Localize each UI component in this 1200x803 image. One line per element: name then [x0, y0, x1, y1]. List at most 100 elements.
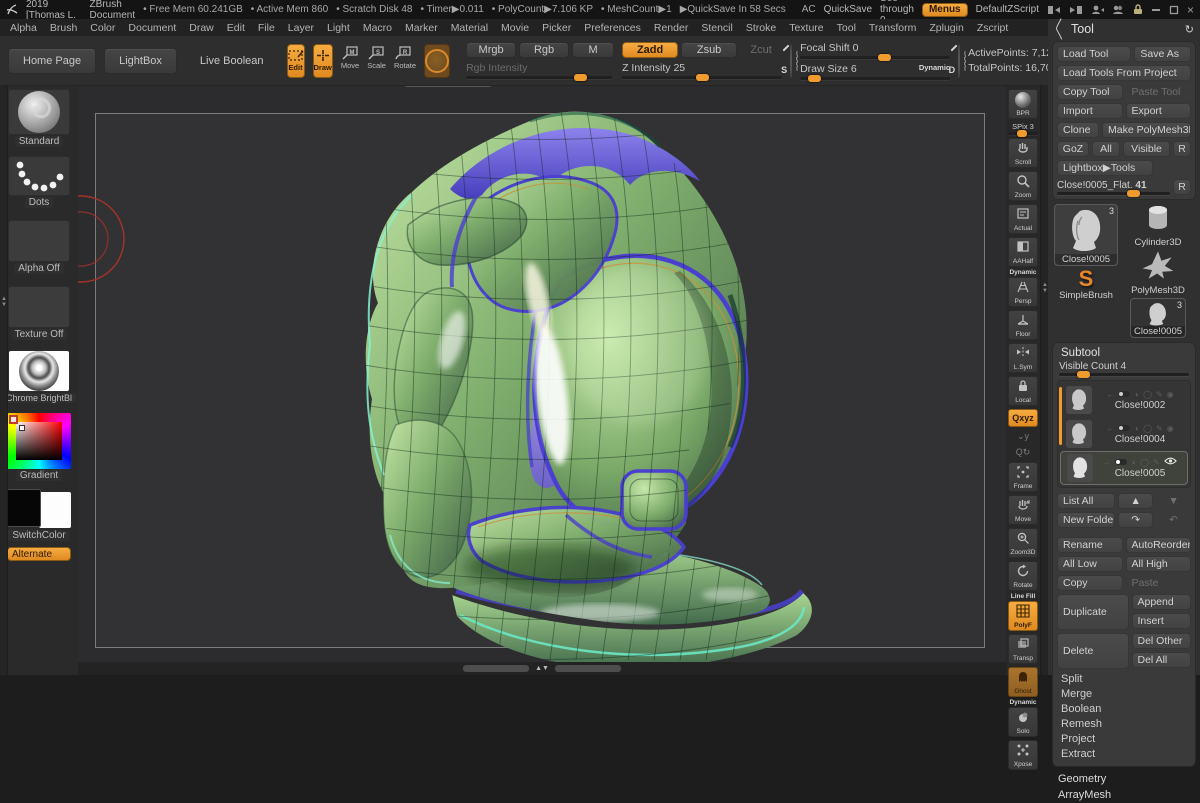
subsection-project[interactable]: Project	[1057, 732, 1191, 747]
paste-tool-button[interactable]: Paste Tool	[1126, 84, 1192, 100]
switch-color[interactable]	[7, 489, 71, 529]
delete-button[interactable]: Delete	[1057, 633, 1129, 669]
menu-texture[interactable]: Texture	[789, 22, 823, 34]
section-arraymesh[interactable]: ArrayMesh	[1048, 787, 1200, 803]
menu-alpha[interactable]: Alpha	[10, 22, 37, 34]
rgb-button[interactable]: Rgb	[519, 42, 569, 58]
subtool-row-icons[interactable]: ←◖◯✎	[1103, 457, 1177, 467]
users-group-icon[interactable]	[1112, 4, 1125, 15]
move-to-folder-button[interactable]: ↷	[1118, 512, 1153, 528]
zcut-button[interactable]: Zcut	[740, 42, 782, 58]
load-tool-button[interactable]: Load Tool	[1057, 46, 1131, 62]
menu-stencil[interactable]: Stencil	[701, 22, 733, 34]
user-panel-icon[interactable]	[1091, 4, 1104, 15]
duplicate-button[interactable]: Duplicate	[1057, 594, 1129, 630]
goz-all-button[interactable]: All	[1092, 141, 1120, 157]
scroll-button[interactable]: Scroll	[1008, 138, 1038, 168]
del-all-button[interactable]: Del All	[1132, 652, 1192, 668]
menu-zplugin[interactable]: Zplugin	[929, 22, 963, 34]
draw-size-dial[interactable]: D	[958, 44, 960, 78]
subtool-header[interactable]: Subtool	[1057, 347, 1191, 361]
menu-tool[interactable]: Tool	[837, 22, 856, 34]
new-folder-button[interactable]: New Folder	[1057, 512, 1115, 528]
visible-count-slider[interactable]: Visible Count 4	[1057, 361, 1191, 380]
back-chevron-icon[interactable]: 〱	[1054, 21, 1065, 37]
focal-shift-slider[interactable]: Focal Shift 0	[800, 42, 950, 59]
lightbox-tools-button[interactable]: Lightbox▶Tools	[1057, 160, 1153, 176]
import-button[interactable]: Import	[1057, 103, 1123, 119]
tool-slot-close0005[interactable]: 3 Close!0005	[1130, 298, 1186, 338]
bpr-button[interactable]: BPR	[1008, 89, 1038, 119]
menu-transform[interactable]: Transform	[869, 22, 916, 34]
paste-button[interactable]: Paste	[1126, 575, 1192, 591]
zsub-button[interactable]: Zsub	[681, 42, 737, 58]
all-high-button[interactable]: All High	[1126, 556, 1192, 572]
menu-preferences[interactable]: Preferences	[584, 22, 641, 34]
move-3d-button[interactable]: Move	[1008, 495, 1038, 525]
divider-left-icon[interactable]	[1047, 5, 1061, 15]
menu-stroke[interactable]: Stroke	[746, 22, 776, 34]
lsym-button[interactable]: L.Sym	[1008, 343, 1038, 373]
stroke-swatch[interactable]	[424, 44, 450, 78]
tool-slot-polymesh3d[interactable]: PolyMesh3D	[1131, 250, 1185, 296]
local-button[interactable]: Local	[1008, 376, 1038, 406]
menu-draw[interactable]: Draw	[189, 22, 214, 34]
copy-button[interactable]: Copy	[1057, 575, 1123, 591]
m-button[interactable]: M	[572, 42, 614, 58]
secondary-color-swatch[interactable]	[39, 492, 71, 528]
persp-button[interactable]: Persp	[1008, 277, 1038, 307]
menus-button[interactable]: Menus	[922, 3, 968, 17]
menu-picker[interactable]: Picker	[542, 22, 571, 34]
tool-slot-active[interactable]: 3 Close!0005	[1054, 204, 1118, 266]
zoom3d-button[interactable]: Zoom3D	[1008, 528, 1038, 558]
stroke-thumbnail-dots[interactable]	[8, 156, 70, 196]
mrgb-button[interactable]: Mrgb	[466, 42, 516, 58]
subtool-row-icons[interactable]: ←◖◯✎◉	[1106, 390, 1173, 399]
subsection-extract[interactable]: Extract	[1057, 747, 1191, 762]
subtool-row-close0002[interactable]: ←◖◯✎◉ Close!0002	[1060, 383, 1188, 417]
aahalf-button[interactable]: AAHalf	[1008, 237, 1038, 267]
helmet-model[interactable]	[300, 95, 820, 670]
draw-button[interactable]: Draw	[313, 44, 333, 78]
section-geometry[interactable]: Geometry	[1048, 771, 1200, 787]
goz-visible-button[interactable]: Visible	[1123, 141, 1170, 157]
menu-macro[interactable]: Macro	[363, 22, 392, 34]
save-as-button[interactable]: Save As	[1134, 46, 1191, 62]
subtool-down-button[interactable]: ▼	[1156, 493, 1191, 509]
rename-button[interactable]: Rename	[1057, 537, 1123, 553]
subsection-remesh[interactable]: Remesh	[1057, 717, 1191, 732]
subtool-row-close0004[interactable]: ←◖◯✎◉ Close!0004	[1060, 417, 1188, 451]
lock-icon[interactable]	[1133, 4, 1143, 15]
ghost-button[interactable]: Ghost	[1008, 667, 1038, 697]
qxyz-button[interactable]: Qxyz	[1008, 409, 1038, 427]
export-button[interactable]: Export	[1126, 103, 1192, 119]
move-out-folder-button[interactable]: ↶	[1156, 512, 1191, 528]
autoreorder-button[interactable]: AutoReorder	[1126, 537, 1192, 553]
clone-button[interactable]: Clone	[1057, 122, 1099, 138]
lightbox-button[interactable]: LightBox	[104, 48, 177, 74]
menu-light[interactable]: Light	[327, 22, 350, 34]
sym-y-icon[interactable]: ⌄y	[1010, 430, 1036, 443]
frame-button[interactable]: Frame	[1008, 462, 1038, 492]
append-button[interactable]: Append	[1132, 594, 1192, 610]
zoom-button[interactable]: Zoom	[1008, 171, 1038, 201]
insert-button[interactable]: Insert	[1132, 613, 1192, 629]
subsection-boolean[interactable]: Boolean	[1057, 702, 1191, 717]
default-zscript-button[interactable]: DefaultZScript	[976, 4, 1039, 15]
zadd-button[interactable]: Zadd	[622, 42, 678, 58]
menu-file[interactable]: File	[258, 22, 275, 34]
subsection-merge[interactable]: Merge	[1057, 687, 1191, 702]
solo-button[interactable]: Solo	[1008, 707, 1038, 737]
draw-size-slider[interactable]: Draw Size 6Dynamic	[800, 63, 950, 80]
subtool-row-close0005-selected[interactable]: ←◖◯✎ Close!0005	[1060, 451, 1188, 485]
live-boolean-button[interactable]: Live Boolean	[185, 48, 279, 74]
transp-button[interactable]: Transp	[1008, 634, 1038, 664]
home-page-button[interactable]: Home Page	[8, 48, 96, 74]
subtool-up-button[interactable]: ▲	[1118, 493, 1153, 509]
canvas-top-scrollbar[interactable]	[404, 86, 492, 87]
tool-flat-slider[interactable]: Close!0005_Flat. 41	[1057, 180, 1170, 195]
subsection-split[interactable]: Split	[1057, 672, 1191, 687]
z-intensity-slider[interactable]: Z Intensity 25	[622, 62, 782, 79]
edit-button[interactable]: Edit	[287, 44, 305, 78]
texture-thumbnail[interactable]	[8, 286, 70, 328]
